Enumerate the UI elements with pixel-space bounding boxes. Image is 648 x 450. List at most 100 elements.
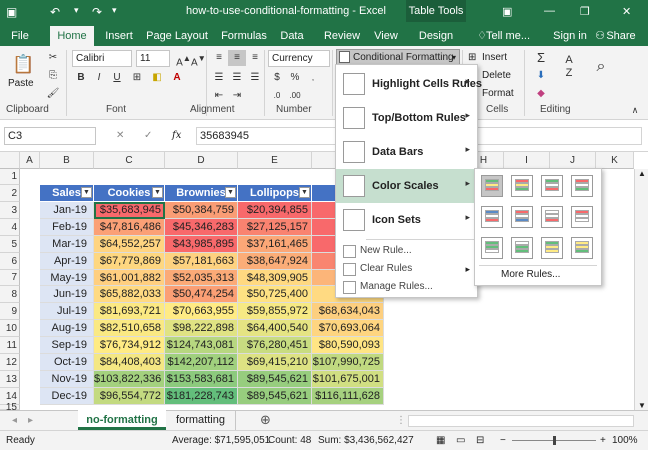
filter-dropdown-icon[interactable]: ▼ [152,187,163,198]
save-icon[interactable]: ▣ [6,5,17,19]
color-scale-swatch[interactable] [481,206,503,228]
share-button[interactable]: Share [606,26,636,46]
table-header-cell[interactable]: Cookies ▼ [94,185,165,202]
row-header[interactable]: 3 [0,202,20,219]
undo-icon[interactable]: ↶ [50,5,60,19]
clear-icon[interactable]: ◆ [532,86,550,102]
more-rules-link[interactable]: More Rules... [501,267,560,283]
month-cell[interactable]: Mar-19 [40,236,94,253]
value-cell[interactable]: $43,985,895 [165,236,238,253]
row-header[interactable]: 9 [0,303,20,320]
menu-item-new-rule[interactable]: New Rule... [336,243,477,261]
scroll-down-icon[interactable]: ▼ [638,401,646,410]
increase-indent-icon[interactable]: ⇥ [228,88,246,104]
column-header[interactable]: I [504,152,550,169]
column-header[interactable]: E [238,152,312,169]
copy-icon[interactable]: ⎘ [44,68,62,84]
color-scale-swatch[interactable] [571,175,593,197]
value-cell[interactable]: $67,779,869 [94,253,165,270]
month-cell[interactable]: Sep-19 [40,337,94,354]
ribbon-display-icon[interactable]: ▣ [502,5,512,18]
column-header[interactable]: A [20,152,40,169]
value-cell[interactable]: $82,510,658 [94,320,165,337]
row-header[interactable]: 5 [0,236,20,253]
align-left-icon[interactable]: ☰ [210,70,228,86]
color-scale-swatch[interactable] [541,237,563,259]
fill-color-icon[interactable]: ◧ [148,70,166,86]
value-cell[interactable]: $107,990,725 [312,354,384,371]
menu-item-data-bars[interactable]: Data Bars ▸ [336,135,477,169]
format-painter-icon[interactable]: 🖌 [44,86,62,102]
zoom-slider-thumb[interactable] [553,436,556,445]
menu-item-top-bottom-rules[interactable]: Top/Bottom Rules ▸ [336,101,477,135]
comma-style-icon[interactable]: , [304,70,322,86]
undo-dropdown-icon[interactable]: ▾ [74,5,79,16]
color-scale-swatch[interactable] [481,175,503,197]
value-cell[interactable]: $153,583,681 [165,371,238,388]
autosum-icon[interactable]: Σ [532,50,550,66]
zoom-in-icon[interactable]: + [600,433,606,449]
value-cell[interactable]: $76,734,912 [94,337,165,354]
cut-icon[interactable]: ✂ [44,50,62,66]
normal-view-icon[interactable]: ▦ [436,433,445,449]
value-cell[interactable]: $35,683,945 [94,202,165,219]
enter-icon[interactable]: ✓ [144,128,152,144]
align-bottom-icon[interactable]: ≡ [246,50,264,66]
value-cell[interactable]: $89,545,621 [238,388,312,405]
new-sheet-icon[interactable]: ⊕ [260,412,271,428]
zoom-level[interactable]: 100% [612,433,638,449]
row-header[interactable]: 13 [0,371,20,388]
vertical-scrollbar[interactable]: ▲ ▼ [634,169,648,410]
value-cell[interactable]: $38,647,924 [238,253,312,270]
value-cell[interactable]: $70,693,064 [312,320,384,337]
row-header[interactable]: 4 [0,219,20,236]
value-cell[interactable]: $84,408,403 [94,354,165,371]
value-cell[interactable]: $98,222,898 [165,320,238,337]
value-cell[interactable]: $20,394,855 [238,202,312,219]
filter-dropdown-icon[interactable]: ▼ [225,187,236,198]
value-cell[interactable]: $181,228,743 [165,388,238,405]
month-cell[interactable]: May-19 [40,270,94,286]
value-cell[interactable]: $81,693,721 [94,303,165,320]
percent-style-icon[interactable]: % [286,70,304,86]
font-color-icon[interactable]: A [168,70,186,86]
color-scale-swatch[interactable] [511,175,533,197]
color-scale-swatch[interactable] [571,237,593,259]
tab-home[interactable]: Home [50,26,94,46]
tab-view[interactable]: View [370,26,402,46]
value-cell[interactable]: $65,882,033 [94,286,165,303]
menu-item-color-scales[interactable]: Color Scales ▸ [336,169,477,203]
minimize-icon[interactable]: — [544,5,555,17]
month-cell[interactable]: Aug-19 [40,320,94,337]
decrease-decimal-icon[interactable]: .00 [286,88,304,104]
table-header-cell[interactable]: Sales ▼ [40,185,94,202]
color-scale-swatch[interactable] [541,175,563,197]
name-box[interactable]: C3 [4,127,96,145]
color-scale-swatch[interactable] [511,237,533,259]
value-cell[interactable]: $64,400,540 [238,320,312,337]
align-center-icon[interactable]: ☰ [228,70,246,86]
sign-in-link[interactable]: Sign in [552,26,588,46]
insert-cells-button[interactable]: Insert [482,50,507,66]
table-header-cell[interactable]: Brownies ▼ [165,185,238,202]
filter-dropdown-icon[interactable]: ▼ [299,187,310,198]
table-header-cell[interactable]: Lollipops ▼ [238,185,312,202]
menu-item-highlight-cells-rules[interactable]: Highlight Cells Rules ▸ [336,67,482,101]
redo-icon[interactable]: ↷ [92,5,102,19]
number-format-box[interactable]: Currency [268,50,330,67]
underline-icon[interactable]: U [108,70,126,86]
customize-toolbar-icon[interactable]: ▾ [112,5,117,16]
month-cell[interactable]: Nov-19 [40,371,94,388]
page-break-view-icon[interactable]: ⊟ [476,433,484,449]
month-cell[interactable]: Jan-19 [40,202,94,219]
value-cell[interactable]: $45,346,283 [165,219,238,236]
page-layout-view-icon[interactable]: ▭ [456,433,465,449]
row-header[interactable]: 11 [0,337,20,354]
tab-design[interactable]: Design [414,26,458,46]
increase-decimal-icon[interactable]: .0 [268,88,286,104]
sheet-tab-formatting[interactable]: formatting [166,411,236,430]
color-scale-swatch[interactable] [481,237,503,259]
row-header[interactable]: 1 [0,169,20,185]
value-cell[interactable]: $80,590,093 [312,337,384,354]
italic-icon[interactable]: I [90,70,108,86]
